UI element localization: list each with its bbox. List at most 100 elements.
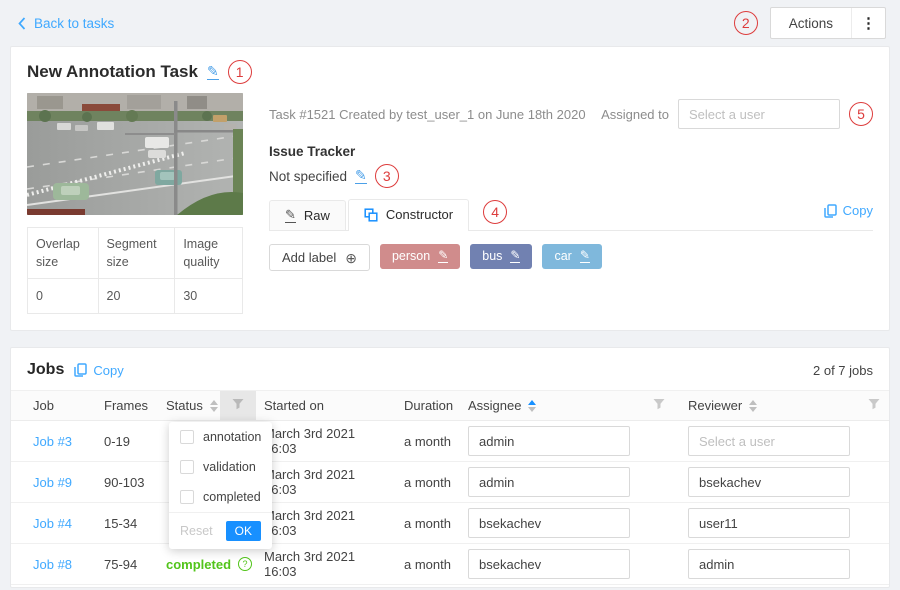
label-chip-person[interactable]: person ✎	[380, 244, 460, 269]
col-frames: Frames	[96, 391, 158, 421]
job-row-9: Job #9 90-103 March 3rd 2021 16:03 a mon…	[11, 462, 889, 503]
col-status[interactable]: Status	[158, 391, 220, 421]
back-label: Back to tasks	[34, 16, 114, 31]
duration-cell: a month	[396, 421, 460, 462]
reviewer-filter-trigger[interactable]	[858, 391, 889, 421]
jobs-title: Jobs	[27, 361, 64, 379]
task-title: New Annotation Task	[27, 62, 198, 82]
tab-constructor-label: Constructor	[386, 207, 453, 222]
edit-label-car-icon[interactable]: ✎	[580, 249, 590, 263]
job-row-8: Job #8 75-94 completed ? March 3rd 2021 …	[11, 544, 889, 585]
actions-button[interactable]: Actions ⋮	[770, 7, 886, 39]
tab-raw-label: Raw	[304, 208, 330, 223]
col-job: Job	[11, 391, 96, 421]
param-header-quality: Image quality	[175, 228, 243, 279]
annotation-badge-5: 5	[849, 102, 873, 126]
reviewer-sorter-icon[interactable]	[749, 400, 757, 412]
edit-label-person-icon[interactable]: ✎	[438, 249, 448, 263]
task-meta: Task #1521 Created by test_user_1 on Jun…	[269, 107, 586, 122]
duration-cell: a month	[396, 503, 460, 544]
reviewer-input[interactable]	[688, 467, 850, 497]
jobs-count: 2 of 7 jobs	[813, 363, 873, 378]
filter-ok-button[interactable]: OK	[226, 521, 261, 541]
param-value-quality: 30	[175, 279, 243, 314]
assignee-input[interactable]	[468, 467, 630, 497]
assignee-input[interactable]	[468, 549, 630, 579]
checkbox-annotation[interactable]	[180, 430, 194, 444]
col-assignee-label: Assignee	[468, 398, 521, 413]
filter-option-completed[interactable]: completed	[169, 482, 272, 512]
job-link[interactable]: Job #4	[33, 516, 72, 531]
filter-reset-button[interactable]: Reset	[180, 524, 213, 538]
question-circle-icon[interactable]: ?	[238, 557, 252, 571]
copy-icon	[824, 204, 837, 218]
assignee-sorter-icon[interactable]	[528, 400, 536, 412]
col-assignee[interactable]: Assignee	[460, 391, 638, 421]
copy-labels-label: Copy	[843, 203, 873, 218]
label-bus-name: bus	[482, 249, 502, 263]
plus-circle-icon: ⊕	[345, 251, 357, 265]
more-menu-icon[interactable]: ⋮	[851, 8, 885, 38]
job-row-4: Job #4 15-34 March 3rd 2021 16:03 a mont…	[11, 503, 889, 544]
job-link[interactable]: Job #3	[33, 434, 72, 449]
duration-cell: a month	[396, 544, 460, 585]
copy-jobs-label: Copy	[93, 363, 123, 378]
frames-cell: 0-19	[96, 421, 158, 462]
annotation-badge-2: 2	[734, 11, 758, 35]
filter-option-completed-label: completed	[203, 490, 261, 504]
job-link[interactable]: Job #8	[33, 557, 72, 572]
col-started: Started on	[256, 391, 396, 421]
col-status-label: Status	[166, 398, 203, 413]
assignee-input[interactable]	[468, 508, 630, 538]
job-link[interactable]: Job #9	[33, 475, 72, 490]
assignee-select[interactable]	[678, 99, 840, 129]
back-to-tasks-link[interactable]: Back to tasks	[18, 16, 114, 31]
started-cell: March 3rd 2021 16:03	[256, 544, 396, 585]
filter-option-annotation-label: annotation	[203, 430, 261, 444]
filter-option-annotation[interactable]: annotation	[169, 422, 272, 452]
add-label-text: Add label	[282, 250, 336, 265]
checkbox-validation[interactable]	[180, 460, 194, 474]
reviewer-input[interactable]	[688, 549, 850, 579]
filter-funnel-icon	[868, 398, 880, 410]
param-value-overlap: 0	[28, 279, 99, 314]
topbar: Back to tasks 2 Actions ⋮	[0, 0, 900, 46]
status-filter-trigger[interactable]	[220, 391, 256, 421]
raw-pencil-icon: ✎	[285, 208, 296, 223]
label-chip-car[interactable]: car ✎	[542, 244, 601, 269]
jobs-header-row: Job Frames Status Started on Duration	[11, 391, 889, 421]
edit-issue-tracker-icon[interactable]: ✎	[355, 168, 367, 184]
reviewer-input[interactable]	[688, 508, 850, 538]
assignee-input[interactable]	[468, 426, 630, 456]
actions-label[interactable]: Actions	[771, 8, 851, 38]
edit-title-icon[interactable]: ✎	[207, 64, 219, 80]
annotation-badge-3: 3	[375, 164, 399, 188]
frames-cell: 15-34	[96, 503, 158, 544]
status-cell: completed	[166, 557, 231, 572]
status-filter-dropdown: annotation validation completed Reset OK	[169, 422, 272, 549]
jobs-card: Jobs Copy 2 of 7 jobs Job Frames Status	[10, 347, 890, 588]
job-row-3: Job #3 0-19 March 3rd 2021 16:03 a month	[11, 421, 889, 462]
jobs-table: Job Frames Status Started on Duration	[11, 390, 889, 585]
filter-option-validation[interactable]: validation	[169, 452, 272, 482]
checkbox-completed[interactable]	[180, 490, 194, 504]
tab-constructor[interactable]: Constructor	[348, 199, 469, 231]
add-label-button[interactable]: Add label ⊕	[269, 244, 370, 271]
started-cell: March 3rd 2021 16:03	[256, 421, 396, 462]
edit-label-bus-icon[interactable]: ✎	[510, 249, 520, 263]
label-car-name: car	[554, 249, 571, 263]
reviewer-input[interactable]	[688, 426, 850, 456]
copy-labels-button[interactable]: Copy	[824, 203, 873, 218]
label-chip-bus[interactable]: bus ✎	[470, 244, 532, 269]
status-sorter-icon[interactable]	[210, 400, 218, 412]
assignee-filter-trigger[interactable]	[638, 391, 680, 421]
chevron-left-icon	[18, 17, 26, 30]
tab-raw[interactable]: ✎ Raw	[269, 200, 346, 230]
labels-tabs: ✎ Raw Constructor 4 C	[269, 199, 873, 231]
col-reviewer[interactable]: Reviewer	[680, 391, 858, 421]
block-icon	[364, 208, 378, 222]
copy-jobs-button[interactable]: Copy	[74, 363, 123, 378]
param-header-segment: Segment size	[98, 228, 175, 279]
copy-icon	[74, 363, 87, 377]
filter-option-validation-label: validation	[203, 460, 256, 474]
